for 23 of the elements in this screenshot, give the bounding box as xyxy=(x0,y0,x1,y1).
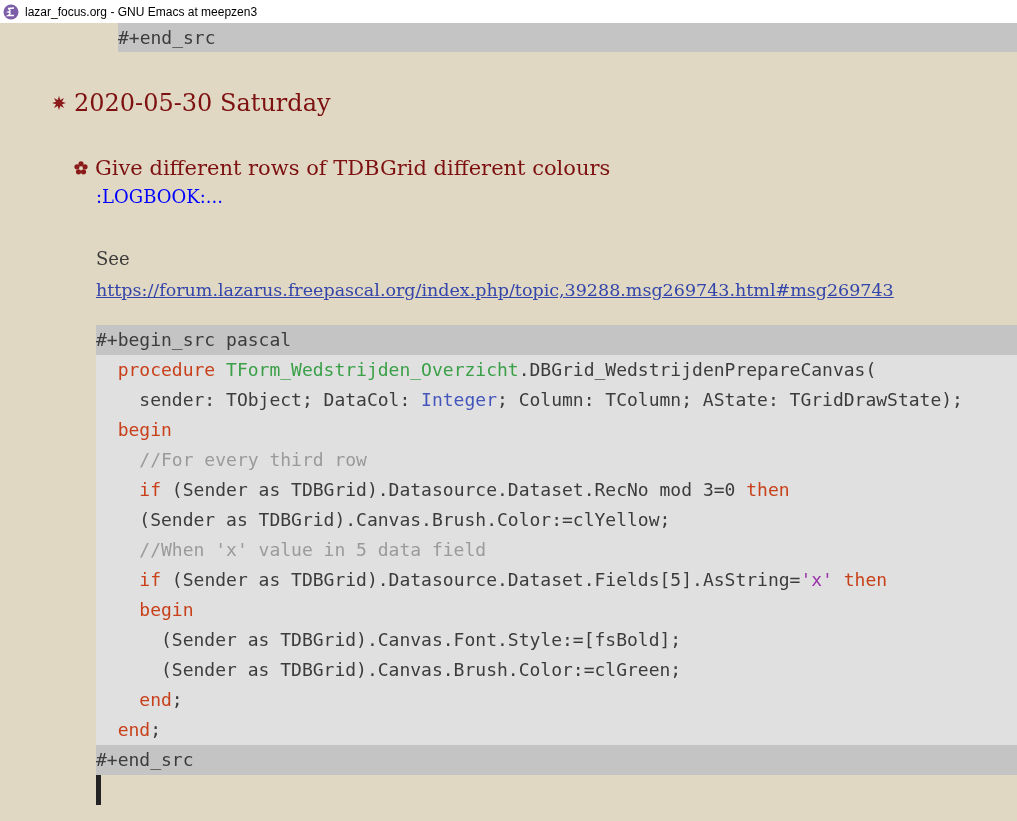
code-line: procedure TForm_Wedstrijden_Overzicht.DBGrid_WedstrijdenPrepareCanvas( xyxy=(116,358,878,382)
subheading[interactable]: Give different rows of TDBGrid different colours xyxy=(95,156,611,180)
code-line: //When 'x' value in 5 data field xyxy=(138,538,488,562)
flower-bullet-icon xyxy=(74,161,88,175)
code-line: begin xyxy=(138,598,195,622)
star-bullet-icon xyxy=(52,96,66,110)
code-line: (Sender as TDBGrid).Canvas.Font.Style:=[fsBold]; xyxy=(160,628,683,652)
code-line: begin xyxy=(116,418,173,442)
paragraph-text: See xyxy=(96,247,131,271)
logbook-drawer[interactable]: :LOGBOOK:... xyxy=(96,185,223,209)
code-line: if (Sender as TDBGrid).Datasource.Dataset.Fields[5].AsString='x' then xyxy=(138,568,889,592)
code-line: end; xyxy=(116,718,163,742)
code-line: (Sender as TDBGrid).Canvas.Brush.Color:=clYellow; xyxy=(138,508,672,532)
code-line: if (Sender as TDBGrid).Datasource.Dataset.RecNo mod 3=0 then xyxy=(138,478,791,502)
text-cursor xyxy=(96,775,101,805)
code-line: //For every third row xyxy=(138,448,368,472)
app-icon xyxy=(3,3,19,20)
forum-link[interactable]: https://forum.lazarus.freepascal.org/index.php/topic,39288.msg269743.html#msg269743 xyxy=(96,280,894,300)
code-line: sender: TObject; DataCol: Integer; Column: TColumn; AState: TGridDrawState); xyxy=(138,388,964,412)
code-line: (Sender as TDBGrid).Canvas.Brush.Color:=clGreen; xyxy=(160,658,683,682)
heading[interactable]: 2020-05-30 Saturday xyxy=(74,89,331,117)
window-title: lazar_focus.org - GNU Emacs at meepzen3 xyxy=(25,4,258,19)
code-line: end; xyxy=(138,688,184,712)
